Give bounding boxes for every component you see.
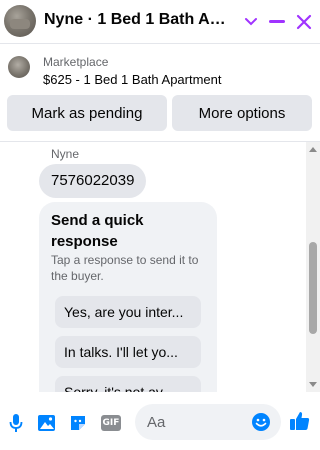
listing-thumbnail xyxy=(8,56,30,78)
listing-title: $625 - 1 Bed 1 Bath Apartment xyxy=(43,72,222,87)
message-bubble: 7576022039 xyxy=(39,164,147,198)
gif-icon[interactable]: GIF xyxy=(100,412,122,434)
message-input-placeholder: Aa xyxy=(147,414,166,431)
message-composer: GIF Aa xyxy=(0,400,320,444)
listing-info[interactable]: Marketplace $625 - 1 Bed 1 Bath Apartmen… xyxy=(0,50,320,90)
quick-response-option[interactable]: In talks. I'll let yo... xyxy=(55,336,201,368)
scroll-down-arrow-icon[interactable] xyxy=(309,382,317,387)
chat-header: Nyne · 1 Bed 1 Bath Apart... xyxy=(0,0,320,44)
sender-name: Nyne xyxy=(51,147,80,161)
more-options-button[interactable]: More options xyxy=(172,95,312,131)
microphone-icon[interactable] xyxy=(5,412,27,434)
quick-response-subtitle: Tap a response to send it to the buyer. xyxy=(51,253,199,283)
thumbs-up-icon[interactable] xyxy=(289,410,311,432)
message-scrollbar[interactable] xyxy=(306,142,320,392)
photo-icon[interactable] xyxy=(36,412,58,434)
listing-source: Marketplace xyxy=(43,55,109,69)
scroll-thumb[interactable] xyxy=(309,242,317,334)
message-list[interactable]: Nyne 7576022039 Send a quick response Ta… xyxy=(0,142,306,392)
mark-as-pending-button[interactable]: Mark as pending xyxy=(7,95,167,131)
minimize-icon[interactable] xyxy=(264,9,290,35)
quick-response-option[interactable]: Yes, are you inter... xyxy=(55,296,201,328)
quick-response-card: Send a quick response Tap a response to … xyxy=(39,202,217,392)
sticker-icon[interactable] xyxy=(67,412,89,434)
quick-response-option[interactable]: Sorry, it's not av... xyxy=(55,376,201,392)
quick-response-title: Send a quick response xyxy=(51,212,144,250)
scroll-up-arrow-icon[interactable] xyxy=(309,147,317,152)
emoji-icon[interactable] xyxy=(251,412,271,432)
gif-label: GIF xyxy=(101,415,121,431)
seller-avatar[interactable] xyxy=(4,5,36,37)
chevron-down-icon[interactable] xyxy=(238,9,264,35)
chat-title[interactable]: Nyne · 1 Bed 1 Bath Apart... xyxy=(44,11,234,29)
message-input[interactable]: Aa xyxy=(135,404,281,440)
close-icon[interactable] xyxy=(291,9,317,35)
